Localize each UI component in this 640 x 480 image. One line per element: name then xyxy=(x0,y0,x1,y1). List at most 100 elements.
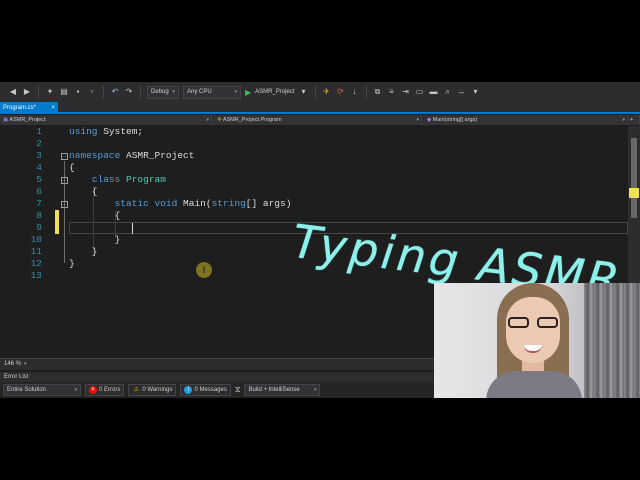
chevron-down-icon: ▾ xyxy=(234,88,237,95)
comment-icon[interactable]: ▭ xyxy=(415,87,425,97)
indent-icon[interactable]: ⇥ xyxy=(401,87,411,97)
code-line[interactable]: 7 static void Main(string[] args) xyxy=(0,198,628,210)
keyword-token: static xyxy=(114,198,149,209)
platform-dropdown[interactable]: Any CPU ▾ xyxy=(183,85,241,99)
platform-label: Any CPU xyxy=(187,88,212,95)
line-number: 8 xyxy=(36,210,42,221)
document-tab-well: Program.cs* × xyxy=(0,102,640,114)
code-text: } xyxy=(69,246,98,258)
build-source-dropdown[interactable]: Build + IntelliSense ▾ xyxy=(244,384,321,396)
chevron-down-icon[interactable]: ▾ xyxy=(299,87,309,97)
redo-icon[interactable]: ↷ xyxy=(124,87,134,97)
webcam-curtain xyxy=(584,283,640,398)
scrollbar-thumb[interactable] xyxy=(631,138,637,218)
configuration-dropdown[interactable]: Debug ▾ xyxy=(147,85,179,99)
chevron-down-icon[interactable]: ▾ xyxy=(24,361,27,367)
code-text: { xyxy=(69,186,98,198)
code-line[interactable]: 1 using System; xyxy=(0,126,628,138)
close-icon[interactable]: × xyxy=(51,102,55,114)
navigation-bar: ▣ ASMR_Project ▾ ✲ ASMR_Project.Program … xyxy=(0,115,640,125)
uncomment-icon[interactable]: ▬ xyxy=(429,87,439,97)
code-line[interactable]: 4{ xyxy=(0,162,628,174)
line-number: 2 xyxy=(36,138,42,149)
split-window-icon[interactable]: + xyxy=(628,115,640,125)
back-icon[interactable]: ◀ xyxy=(8,87,18,97)
keyword-token: string xyxy=(211,198,246,209)
project-dropdown[interactable]: ▣ ASMR_Project ▾ xyxy=(0,115,212,125)
bookmark-icon[interactable]: ⧉ xyxy=(373,87,383,97)
code-text: namespace ASMR_Project xyxy=(69,150,194,162)
line-number: 3 xyxy=(36,150,42,161)
letterbox-bottom xyxy=(0,398,640,480)
code-token: Main( xyxy=(177,198,212,209)
overflow-icon[interactable]: ▾ xyxy=(471,87,481,97)
code-text: { xyxy=(69,162,75,174)
toolbar-separator xyxy=(314,86,316,98)
tab-program-cs[interactable]: Program.cs* × xyxy=(0,102,58,114)
zoom-level[interactable]: 146 % xyxy=(4,361,21,367)
scrollbar-change-marker xyxy=(629,188,639,198)
toolbar-separator xyxy=(140,86,141,98)
code-token: } xyxy=(69,234,121,245)
member-dropdown-label: Main(string[] args) xyxy=(432,117,478,123)
save-icon[interactable]: ▪ xyxy=(73,87,83,97)
webcam-overlay xyxy=(434,283,640,398)
chevron-down-icon: ▾ xyxy=(172,88,175,95)
messages-count: 0 Messages xyxy=(194,387,227,393)
code-text: using System; xyxy=(69,126,143,138)
code-token: { xyxy=(69,186,98,197)
errors-count: 0 Errors xyxy=(99,387,121,393)
scope-dropdown[interactable]: Entire Solution ▾ xyxy=(3,384,81,396)
code-line[interactable]: 3 namespace ASMR_Project xyxy=(0,150,628,162)
webcam-person-shirt xyxy=(486,371,582,398)
code-token: [] args) xyxy=(245,198,292,209)
open-icon[interactable]: ▤ xyxy=(59,87,69,97)
webcam-person-glasses xyxy=(508,317,558,329)
chevron-down-icon: ▾ xyxy=(622,117,625,123)
forward-icon[interactable]: ▶ xyxy=(22,87,32,97)
save-all-icon[interactable]: ▫ xyxy=(87,87,97,97)
line-number: 1 xyxy=(36,126,42,137)
chevron-down-icon: ▾ xyxy=(74,387,77,393)
code-text: class Program xyxy=(69,174,166,186)
step-icon[interactable]: ↓ xyxy=(350,87,360,97)
build-source-label: Build + IntelliSense xyxy=(248,387,300,393)
code-line[interactable]: 5 class Program xyxy=(0,174,628,186)
hot-reload-icon[interactable]: ⟳ xyxy=(336,87,346,97)
member-dropdown[interactable]: ◆ Main(string[] args) ▾ xyxy=(424,115,628,125)
keyword-token: namespace xyxy=(69,150,121,161)
filter-icon[interactable]: ⧖ xyxy=(235,385,241,395)
type-token: Program xyxy=(126,174,166,185)
chevron-down-icon: ▾ xyxy=(313,387,317,393)
toolbar-separator xyxy=(365,86,367,98)
errors-filter-button[interactable]: × 0 Errors xyxy=(85,384,125,396)
undo-icon[interactable]: ↶ xyxy=(110,87,120,97)
line-number: 6 xyxy=(36,186,42,197)
code-text: static void Main(string[] args) xyxy=(69,198,292,210)
error-icon: × xyxy=(89,386,97,394)
code-line[interactable]: 2 xyxy=(0,138,628,150)
start-button[interactable]: ASMR_Project xyxy=(255,89,294,95)
line-number: 4 xyxy=(36,162,42,173)
start-icon[interactable]: ▶ xyxy=(245,88,251,97)
warnings-filter-button[interactable]: ⚠ 0 Warnings xyxy=(128,384,177,396)
messages-filter-button[interactable]: i0 Messages xyxy=(180,384,231,396)
align-icon[interactable]: ≡ xyxy=(387,87,397,97)
info-icon: i xyxy=(184,386,193,394)
code-token: ASMR_Project xyxy=(120,150,195,161)
navigate-icon[interactable]: ↔ xyxy=(457,87,467,97)
line-number: 5 xyxy=(36,174,42,185)
browser-link-icon[interactable]: ✈ xyxy=(322,87,332,97)
line-number: 13 xyxy=(30,270,42,281)
toolbar-separator xyxy=(38,86,39,98)
code-token: { xyxy=(69,210,121,221)
line-number: 11 xyxy=(30,246,42,257)
code-line[interactable]: 6 { xyxy=(0,186,628,198)
find-icon[interactable]: ⌕ xyxy=(443,87,453,97)
code-token: { xyxy=(69,162,75,173)
class-dropdown[interactable]: ✲ ASMR_Project.Program ▾ xyxy=(214,115,422,125)
new-project-icon[interactable]: ✦ xyxy=(45,87,55,97)
webcam-person-face xyxy=(506,297,560,363)
